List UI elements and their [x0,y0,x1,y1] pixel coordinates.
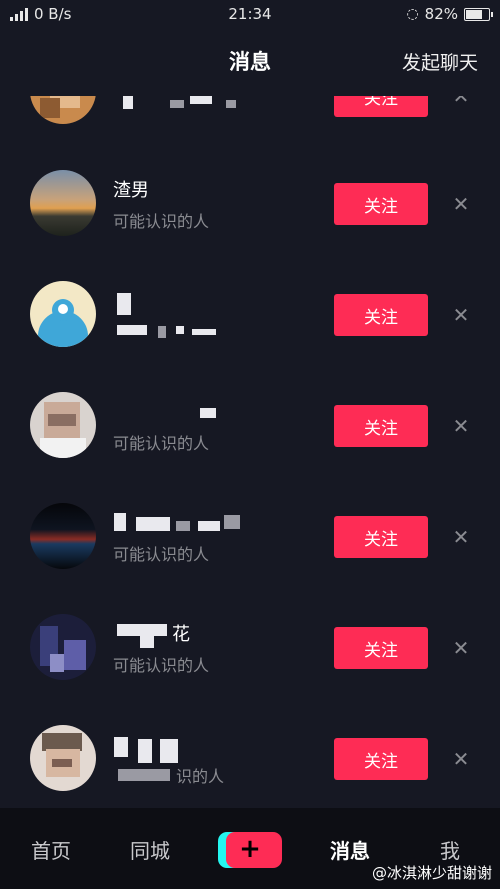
signal-icon [10,7,28,21]
user-subtitle: 可能认识的人 [113,545,210,564]
follow-button[interactable]: 关注 [334,294,428,336]
create-video-button[interactable]: + [218,832,282,868]
follow-button[interactable]: 关注 [334,627,428,669]
dismiss-icon[interactable]: ✕ [450,526,472,548]
list-item[interactable]: 渣男 可能认识的人 关注 ✕ [0,152,500,263]
silent-icon: ◌ [406,6,419,22]
watermark: @冰淇淋少甜谢谢 [371,864,492,882]
tab-me[interactable]: 我 [440,835,460,864]
avatar[interactable] [30,503,96,569]
list-item[interactable]: 关注 ✕ [0,263,500,374]
tab-messages[interactable]: 消息 [330,835,370,864]
network-speed: 0 B/s [34,5,72,23]
avatar[interactable] [30,614,96,680]
battery-percent: 82% [424,5,458,23]
status-bar: 0 B/s 21:34 ◌ 82% [0,0,500,28]
dismiss-icon[interactable]: ✕ [450,304,472,326]
dismiss-icon[interactable]: ✕ [450,637,472,659]
follow-button[interactable]: 关注 [334,516,428,558]
list-item[interactable]: 识的人 关注 ✕ [0,707,500,808]
battery-fill [466,9,483,19]
follow-button[interactable]: 关注 [334,183,428,225]
status-right: ◌ 82% [406,5,493,23]
dismiss-icon[interactable]: ✕ [450,748,472,770]
user-subtitle: 识的人 [176,767,225,786]
dismiss-icon[interactable]: ✕ [450,193,472,215]
start-chat-button[interactable]: 发起聊天 [402,48,478,75]
user-subtitle: 可能认识的人 [113,656,210,675]
avatar[interactable] [30,170,96,236]
dismiss-icon[interactable]: ✕ [450,415,472,437]
list-item[interactable]: 可能认识的人 关注 ✕ [0,485,500,596]
list-item[interactable]: 关注 ✕ [0,96,500,151]
header: 消息 发起聊天 [0,28,500,96]
tab-nearby[interactable]: 同城 [130,835,170,864]
avatar[interactable] [30,725,96,791]
follow-button[interactable]: 关注 [334,96,428,117]
status-left: 0 B/s [10,5,71,23]
user-subtitle: 可能认识的人 [113,434,210,453]
avatar[interactable] [30,392,96,458]
plus-icon: + [239,834,261,864]
follow-button[interactable]: 关注 [334,738,428,780]
tab-bar: 首页 同城 + 消息 我 @冰淇淋少甜谢谢 [0,808,500,889]
tab-home[interactable]: 首页 [31,835,71,864]
suggested-users-list[interactable]: 关注 ✕ 渣男 可能认识的人 关注 ✕ 关注 ✕ 可能认识的人 关注 ✕ 可能认… [0,96,500,808]
battery-icon [464,7,493,21]
list-item[interactable]: 花 可能认识的人 关注 ✕ [0,596,500,707]
list-item[interactable]: 可能认识的人 关注 ✕ [0,374,500,485]
follow-button[interactable]: 关注 [334,405,428,447]
user-subtitle: 可能认识的人 [113,212,210,231]
dismiss-icon[interactable]: ✕ [450,96,472,107]
user-name: 花 [172,624,190,645]
avatar[interactable] [30,281,96,347]
avatar[interactable] [30,96,96,124]
user-name: 渣男 [113,180,149,201]
